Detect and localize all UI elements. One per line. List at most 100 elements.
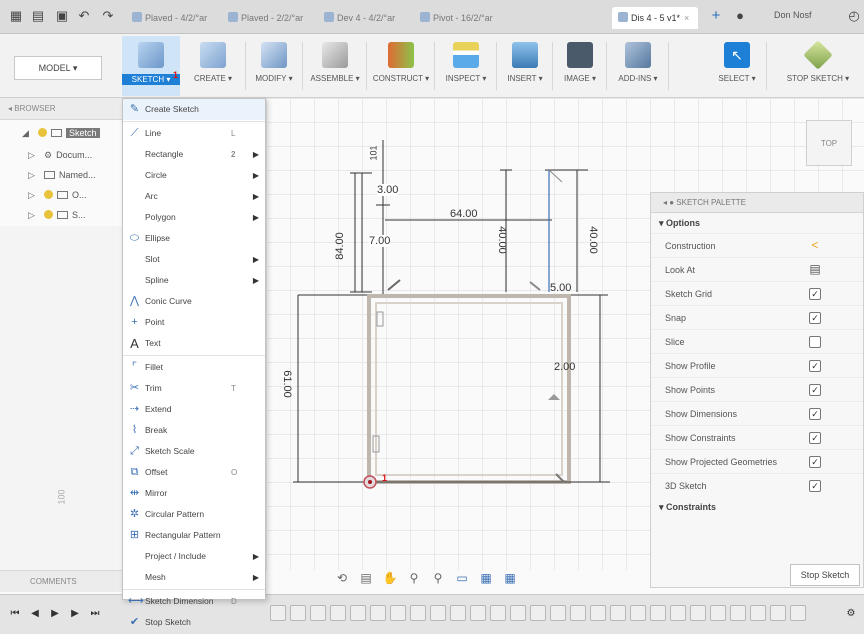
timeline-feature[interactable]	[770, 605, 786, 621]
palette-option-look-at[interactable]: Look At ▤	[651, 257, 863, 281]
timeline-feature[interactable]	[310, 605, 326, 621]
browser-tree-item[interactable]: ▷ ⚙ Docum...	[28, 146, 92, 164]
timeline-feature[interactable]	[390, 605, 406, 621]
constraints-section-header[interactable]: ▾ Constraints	[651, 497, 863, 517]
image-menu-button[interactable]: IMAGE ▾	[556, 36, 604, 96]
menu-item-polygon[interactable]: Polygon ▶	[123, 207, 265, 228]
go-to-end-icon[interactable]: ⏭	[88, 607, 102, 621]
construct-menu-button[interactable]: CONSTRUCT ▾	[370, 36, 432, 96]
zoom-icon[interactable]: ⚲	[402, 568, 426, 588]
document-tab-active[interactable]: Dis 4 - 5 v1* ×	[612, 7, 698, 29]
timeline-feature[interactable]	[290, 605, 306, 621]
show-points-checkbox[interactable]: ✓	[809, 384, 821, 396]
timeline-feature[interactable]	[490, 605, 506, 621]
timeline-feature[interactable]	[270, 605, 286, 621]
menu-item-sketch-scale[interactable]: ⤢ Sketch Scale	[123, 441, 265, 462]
browser-header[interactable]: ◂ BROWSER	[0, 98, 122, 120]
stop-sketch-button[interactable]: Stop Sketch	[790, 564, 860, 586]
menu-item-project-include[interactable]: Project / Include ▶	[123, 546, 265, 567]
help-icon[interactable]: ◴	[846, 8, 862, 24]
redo-icon[interactable]: ↷	[100, 8, 116, 24]
menu-item-trim[interactable]: ✂ Trim T	[123, 378, 265, 399]
viewports-icon[interactable]: ▦	[498, 568, 522, 588]
timeline-feature[interactable]	[510, 605, 526, 621]
3d-sketch-checkbox[interactable]: ✓	[809, 480, 821, 492]
create-menu-button[interactable]: CREATE ▾	[184, 36, 242, 96]
menu-item-offset[interactable]: ⧉ Offset O	[123, 462, 265, 483]
palette-option-show-profile[interactable]: Show Profile ✓	[651, 353, 863, 377]
menu-item-rectangular-pattern[interactable]: ⊞ Rectangular Pattern	[123, 525, 265, 546]
slice-checkbox[interactable]	[809, 336, 821, 348]
dimension-label[interactable]: 84.00	[334, 232, 346, 260]
menu-item-sketch-dimension[interactable]: ⟷ Sketch Dimension D	[123, 591, 265, 612]
sketch-palette-header[interactable]: ◂ ● SKETCH PALETTE	[651, 193, 863, 213]
select-menu-button[interactable]: ↖ SELECT ▾	[712, 36, 762, 96]
palette-option-slice[interactable]: Slice	[651, 329, 863, 353]
timeline-feature[interactable]	[610, 605, 626, 621]
menu-item-circle[interactable]: Circle ▶	[123, 165, 265, 186]
timeline-feature[interactable]	[710, 605, 726, 621]
browser-tree-item[interactable]: ▷ O...	[28, 186, 87, 204]
menu-item-extend[interactable]: ⇢ Extend	[123, 399, 265, 420]
dimension-label[interactable]: 40.00	[496, 226, 508, 254]
timeline-feature[interactable]	[350, 605, 366, 621]
expand-arrow-icon[interactable]: ▷	[28, 206, 40, 224]
document-tab[interactable]: Plaved - 4/2/°ar	[126, 7, 218, 29]
user-name[interactable]: Don Nosf	[774, 10, 812, 20]
menu-item-text[interactable]: A Text	[123, 333, 265, 354]
play-icon[interactable]: ▶	[48, 607, 62, 621]
go-to-start-icon[interactable]: ⏮	[8, 607, 22, 621]
pan-icon[interactable]: ✋	[378, 568, 402, 588]
show-projected-checkbox[interactable]: ✓	[809, 456, 821, 468]
modify-menu-button[interactable]: MODIFY ▾	[248, 36, 300, 96]
insert-menu-button[interactable]: INSERT ▾	[500, 36, 550, 96]
sketch-menu-button[interactable]: SKETCH ▾	[122, 36, 180, 96]
browser-tree-item[interactable]: ▷ Named...	[28, 166, 96, 184]
menu-item-stop-sketch[interactable]: ✔ Stop Sketch	[123, 612, 265, 633]
palette-option-snap[interactable]: Snap ✓	[651, 305, 863, 329]
show-constraints-checkbox[interactable]: ✓	[809, 432, 821, 444]
timeline-feature[interactable]	[670, 605, 686, 621]
collapse-arrow-icon[interactable]: ◢	[22, 124, 34, 142]
browser-tree-item[interactable]: ▷ S...	[28, 206, 86, 224]
job-status-icon[interactable]: ●	[732, 8, 748, 24]
menu-item-arc[interactable]: Arc ▶	[123, 186, 265, 207]
dimension-label[interactable]: 3.00	[377, 184, 399, 196]
timeline-feature[interactable]	[470, 605, 486, 621]
save-icon[interactable]: ▣	[54, 8, 70, 24]
timeline-feature[interactable]	[530, 605, 546, 621]
stop-sketch-ribbon-button[interactable]: STOP SKETCH ▾	[776, 36, 860, 96]
orbit-icon[interactable]: ⟲	[330, 568, 354, 588]
dimension-label[interactable]: 64.00	[450, 208, 478, 220]
timeline-feature[interactable]	[590, 605, 606, 621]
menu-item-ellipse[interactable]: ⬭ Ellipse	[123, 228, 265, 249]
expand-arrow-icon[interactable]: ▷	[28, 146, 40, 164]
view-cube[interactable]: TOP	[806, 120, 852, 166]
comments-panel-header[interactable]: COMMENTS	[0, 570, 122, 592]
inspect-menu-button[interactable]: INSPECT ▾	[438, 36, 494, 96]
grid-icon[interactable]: ▦	[474, 568, 498, 588]
timeline-feature[interactable]	[650, 605, 666, 621]
dimension-label[interactable]: 40.00	[587, 226, 599, 254]
timeline-feature[interactable]	[330, 605, 346, 621]
options-section-header[interactable]: ▾ Options	[651, 213, 863, 233]
timeline-feature[interactable]	[370, 605, 386, 621]
menu-item-break[interactable]: ⌇ Break	[123, 420, 265, 441]
show-profile-checkbox[interactable]: ✓	[809, 360, 821, 372]
browser-root-item[interactable]: ◢ Sketch	[22, 124, 100, 142]
timeline-feature[interactable]	[550, 605, 566, 621]
document-tab[interactable]: Dev 4 - 4/2/°ar	[318, 7, 410, 29]
fit-icon[interactable]: ⚲	[426, 568, 450, 588]
visibility-bulb-icon[interactable]	[44, 190, 53, 199]
menu-item-mesh[interactable]: Mesh ▶	[123, 567, 265, 588]
undo-icon[interactable]: ↶	[76, 8, 92, 24]
sketch-grid-checkbox[interactable]: ✓	[809, 288, 821, 300]
construction-icon[interactable]: <	[809, 239, 821, 252]
addins-menu-button[interactable]: ADD-INS ▾	[610, 36, 666, 96]
file-menu-icon[interactable]: ▤	[30, 8, 46, 24]
step-forward-icon[interactable]: ▶	[68, 607, 82, 621]
dimension-label[interactable]: 5.00	[550, 282, 571, 294]
timeline-feature[interactable]	[430, 605, 446, 621]
menu-item-rectangle[interactable]: Rectangle 2 ▶	[123, 144, 265, 165]
timeline-feature[interactable]	[450, 605, 466, 621]
